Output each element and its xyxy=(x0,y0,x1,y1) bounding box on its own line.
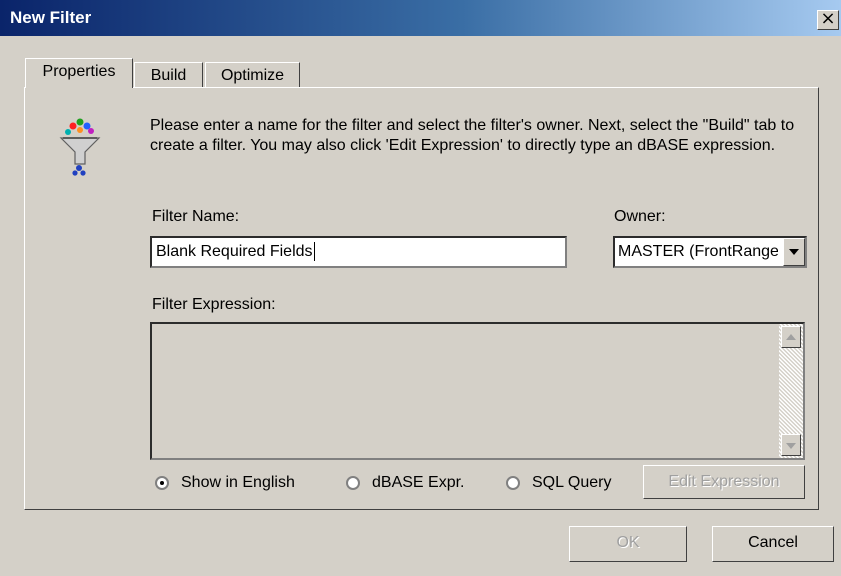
expression-scrollbar[interactable] xyxy=(779,324,803,458)
instructions-text: Please enter a name for the filter and s… xyxy=(150,117,795,154)
radio-selected-icon xyxy=(155,476,169,490)
radio-label: Show in English xyxy=(181,474,295,491)
filter-expression-textarea[interactable] xyxy=(150,322,805,460)
arrow-up-icon xyxy=(786,334,796,340)
edit-expression-button[interactable]: Edit Expression xyxy=(643,465,805,499)
scroll-up-button[interactable] xyxy=(781,326,801,348)
radio-dbase-expr[interactable]: dBASE Expr. xyxy=(346,474,465,492)
radio-show-in-english[interactable]: Show in English xyxy=(155,474,295,492)
owner-select[interactable]: MASTER (FrontRange) xyxy=(613,236,807,268)
arrow-down-icon xyxy=(786,443,796,449)
radio-label: dBASE Expr. xyxy=(372,474,465,491)
radio-unselected-icon xyxy=(506,476,520,490)
tab-properties[interactable]: Properties xyxy=(25,58,133,88)
owner-value: MASTER (FrontRange) xyxy=(618,243,778,260)
chevron-down-icon xyxy=(789,249,799,255)
window-title: New Filter xyxy=(10,8,92,27)
cancel-button[interactable]: Cancel xyxy=(712,526,834,562)
close-button[interactable]: × xyxy=(817,10,839,30)
filter-name-label: Filter Name: xyxy=(152,208,240,225)
radio-label: SQL Query xyxy=(532,474,612,491)
filter-expression-label: Filter Expression: xyxy=(152,296,276,313)
tab-build[interactable]: Build xyxy=(134,62,203,88)
scroll-down-button[interactable] xyxy=(781,434,801,456)
funnel-filter-icon xyxy=(59,118,101,176)
filter-name-input[interactable]: Blank Required Fields xyxy=(150,236,567,268)
ok-button[interactable]: OK xyxy=(569,526,687,562)
filter-name-value: Blank Required Fields xyxy=(156,243,313,260)
owner-dropdown-button[interactable] xyxy=(783,238,805,266)
text-caret xyxy=(313,242,315,262)
tab-optimize[interactable]: Optimize xyxy=(205,62,300,88)
radio-sql-query[interactable]: SQL Query xyxy=(506,474,611,492)
owner-label: Owner: xyxy=(614,208,666,225)
title-bar: New Filter × xyxy=(0,0,841,36)
radio-unselected-icon xyxy=(346,476,360,490)
